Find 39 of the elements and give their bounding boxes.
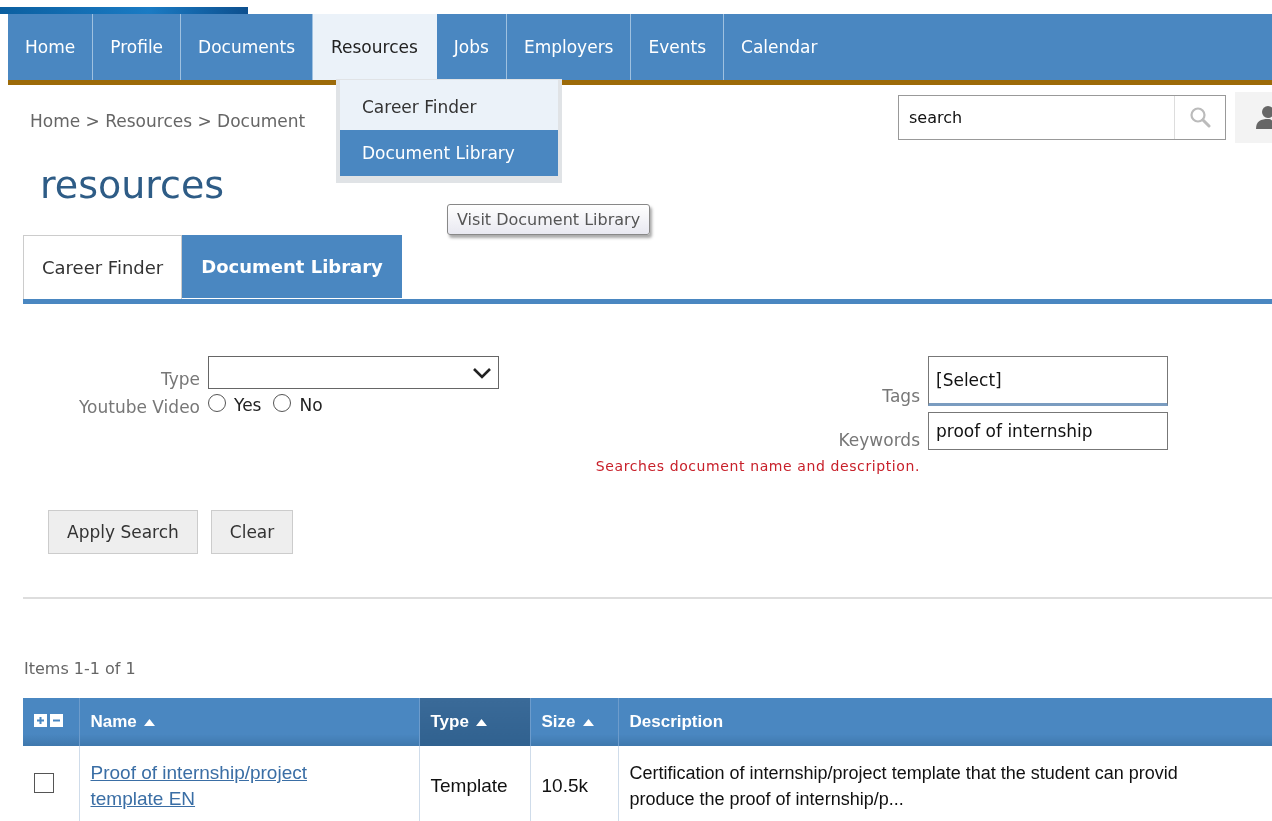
page-title: resources [40, 163, 226, 209]
tab[interactable]: Career Finder [23, 235, 183, 299]
column-header[interactable]: Size [530, 698, 618, 746]
tags-select[interactable]: [Select] [928, 356, 1168, 406]
table-cell: Certification of internship/project template that the student can provid produce the proof of internship/p... [618, 746, 1272, 821]
radio-label: No [299, 395, 323, 415]
nav-item[interactable]: Events [631, 14, 725, 80]
radio-label: Yes [234, 395, 262, 415]
table-cell: Template [419, 746, 530, 821]
chevron-icon [472, 366, 492, 379]
user-button[interactable] [1235, 91, 1272, 143]
keywords-field[interactable]: proof of internship [928, 412, 1168, 450]
expand-collapse-icon[interactable] [34, 714, 64, 727]
row-checkbox[interactable] [34, 772, 54, 793]
menu-item[interactable]: Document Library [340, 130, 558, 176]
tab[interactable]: Document Library [182, 235, 402, 298]
field-label: Tags [881, 386, 920, 406]
hint-text: Searches document name and description. [594, 458, 920, 474]
type-select[interactable] [208, 356, 499, 389]
table-cell: 10.5k [530, 746, 618, 821]
breadcrumb: Home > Resources > Document [30, 110, 306, 131]
nav-item[interactable]: Resources [313, 14, 437, 80]
nav-item[interactable]: Calendar [724, 14, 835, 80]
nav-item[interactable]: Home [8, 14, 94, 80]
nav-item[interactable]: Profile [93, 14, 182, 80]
person-icon [1256, 105, 1272, 129]
menu-item[interactable]: Career Finder [340, 84, 558, 130]
action-button[interactable]: Clear [210, 510, 294, 554]
action-button[interactable]: Apply Search [48, 510, 198, 554]
column-header[interactable]: Description [618, 698, 1272, 746]
document-link[interactable]: Proof of internship/project template EN [90, 760, 341, 812]
column-header[interactable]: Type [419, 698, 530, 746]
field-label: Keywords [837, 430, 920, 450]
search-field[interactable]: search [898, 94, 1226, 140]
items-count: Items 1-1 of 1 [24, 659, 137, 678]
field-label: Type [159, 369, 200, 389]
tooltip: Visit Document Library [447, 204, 651, 235]
field-label: Youtube Video [77, 397, 200, 417]
column-header[interactable]: Name [79, 698, 419, 746]
